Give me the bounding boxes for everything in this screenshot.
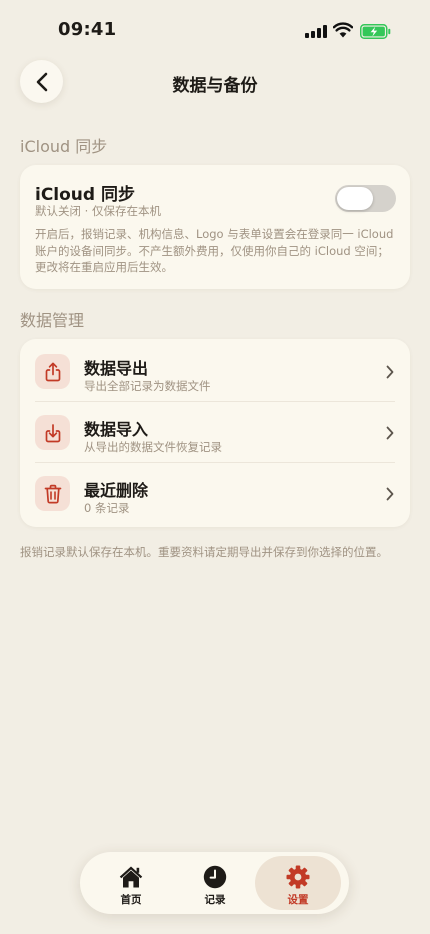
recently-deleted-count: 0 条记录 [84, 501, 130, 515]
tab-records[interactable]: 记录 [172, 856, 258, 910]
icloud-sync-description: 开启后，报销记录、机构信息、Logo 与表单设置会在登录同一 iCloud 账户… [35, 227, 394, 274]
tab-home[interactable]: 首页 [88, 856, 174, 910]
wifi-icon [333, 22, 353, 38]
section-label-icloud: iCloud 同步 [20, 137, 108, 156]
data-import-title: 数据导入 [84, 420, 149, 439]
data-export-row[interactable]: 数据导出 导出全部记录为数据文件 [20, 341, 410, 402]
data-export-subtitle: 导出全部记录为数据文件 [84, 379, 211, 393]
recently-deleted-title: 最近删除 [84, 481, 149, 500]
icloud-sync-subtitle: 默认关闭 · 仅保存在本机 [35, 204, 161, 218]
home-icon [119, 866, 143, 888]
chevron-right-icon [386, 426, 394, 440]
page-title: 数据与备份 [172, 76, 258, 96]
icloud-sync-title: iCloud 同步 [35, 185, 135, 205]
tab-settings-label: 设置 [287, 894, 309, 906]
chevron-right-icon [386, 365, 394, 379]
cellular-signal-icon [305, 25, 327, 38]
screen: 09:41 数据与备份 iCloud 同步 iCloud 同步 默认关闭 · 仅… [0, 0, 430, 934]
gear-icon [286, 865, 310, 889]
icloud-sync-toggle[interactable] [335, 185, 396, 212]
trash-icon [35, 476, 70, 511]
tab-settings[interactable]: 设置 [255, 856, 341, 910]
recently-deleted-row[interactable]: 最近删除 0 条记录 [20, 463, 410, 524]
battery-charging-icon [360, 24, 391, 39]
download-import-icon [35, 415, 70, 450]
section-label-data: 数据管理 [20, 311, 85, 330]
status-bar: 09:41 [0, 0, 430, 62]
footer-note: 报销记录默认保存在本机。重要资料请定期导出并保存到你选择的位置。 [20, 545, 388, 559]
toggle-knob [337, 187, 373, 210]
data-import-row[interactable]: 数据导入 从导出的数据文件恢复记录 [20, 402, 410, 463]
status-time: 09:41 [58, 19, 117, 40]
icloud-sync-card: iCloud 同步 默认关闭 · 仅保存在本机 开启后，报销记录、机构信息、Lo… [20, 165, 410, 289]
clock-icon [203, 865, 227, 889]
chevron-right-icon [386, 487, 394, 501]
tab-records-label: 记录 [204, 894, 226, 906]
data-export-title: 数据导出 [84, 359, 149, 378]
tab-bar: 首页 记录 设置 [80, 852, 349, 914]
data-import-subtitle: 从导出的数据文件恢复记录 [84, 440, 222, 454]
data-management-card: 数据导出 导出全部记录为数据文件 数据导入 从导出的数据文件恢复记录 最近删除 … [20, 339, 410, 527]
tab-home-label: 首页 [120, 894, 142, 906]
share-export-icon [35, 354, 70, 389]
